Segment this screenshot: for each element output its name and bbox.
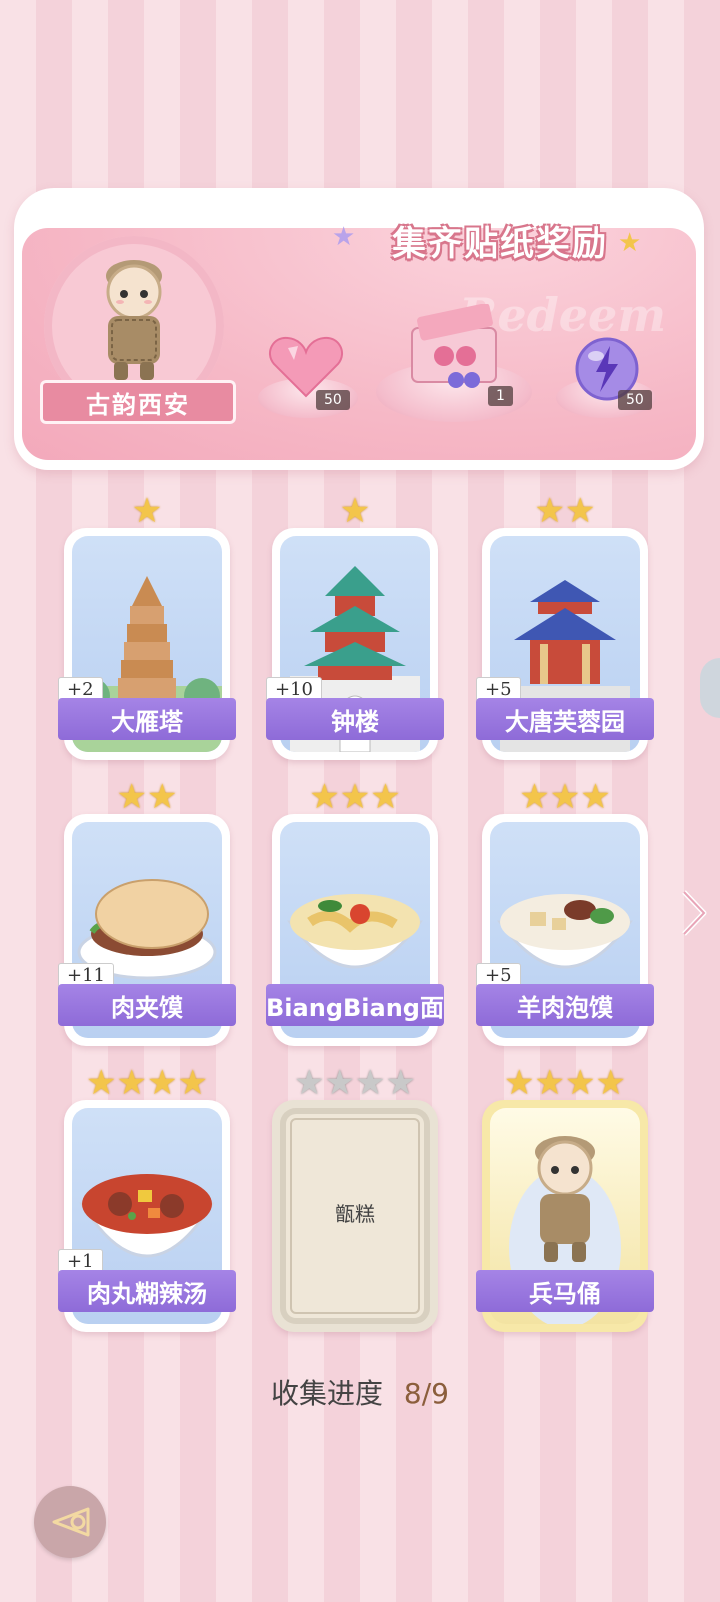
reward-count-2: 1 bbox=[488, 386, 513, 406]
progress-value: 8/9 bbox=[403, 1377, 449, 1410]
progress-label: 收集进度 bbox=[271, 1377, 384, 1410]
region-name-ribbon: 古韵西安 bbox=[40, 380, 236, 424]
star-icon: ★ bbox=[116, 777, 147, 817]
sticker-card-biangbiang[interactable]: ★ ★ ★ BiangBiang面 bbox=[266, 780, 444, 1046]
reward-count-3: 50 bbox=[618, 390, 652, 410]
star-icon: ★ bbox=[294, 1063, 325, 1103]
star-icon: ★ bbox=[549, 777, 581, 817]
star-icon: ★ bbox=[339, 777, 371, 817]
star-icon: ★ bbox=[565, 491, 596, 531]
next-page-arrow-icon[interactable] bbox=[678, 888, 708, 938]
star-icon: ★ bbox=[565, 1063, 596, 1103]
star-icon: ★ bbox=[131, 491, 163, 531]
card-name: 钟楼 bbox=[331, 707, 379, 736]
card-name: 肉丸糊辣汤 bbox=[87, 1279, 207, 1308]
sticker-card-yangroupaomo[interactable]: ★ ★ ★ +5 羊肉泡馍 bbox=[476, 780, 654, 1046]
star-icon: ★ bbox=[580, 777, 611, 817]
card-name: BiangBiang面 bbox=[266, 993, 444, 1022]
terracotta-warrior-icon bbox=[106, 260, 162, 380]
star-icon: ★ bbox=[534, 491, 565, 531]
sticker-card-bingmayong[interactable]: ★ ★ ★ ★ 兵马俑 bbox=[476, 1066, 654, 1332]
banner-title: 集齐贴纸奖励 bbox=[392, 223, 608, 264]
star-icon: ★ bbox=[324, 1063, 355, 1103]
star-rating: ★ ★ ★ ★ bbox=[482, 1066, 648, 1100]
card-name: 兵马俑 bbox=[529, 1279, 601, 1308]
star-icon: ★ bbox=[147, 1063, 178, 1103]
back-arrow-icon bbox=[52, 1507, 90, 1537]
card-name: 大雁塔 bbox=[111, 707, 183, 736]
gift-box-icon[interactable] bbox=[404, 304, 504, 394]
sticker-card-zenggao-locked[interactable]: ★ ★ ★ ★ 甑糕 bbox=[272, 1066, 438, 1332]
side-pull-tab[interactable] bbox=[700, 658, 720, 718]
star-icon: ★ bbox=[370, 777, 401, 817]
star-icon: ★ bbox=[116, 1063, 147, 1103]
star-icon: ★ bbox=[147, 777, 178, 817]
card-label: 肉夹馍 bbox=[58, 984, 236, 1026]
sticker-card-rouwanhulatang[interactable]: ★ ★ ★ ★ +1 肉丸糊辣汤 bbox=[58, 1066, 236, 1332]
card-label: 兵马俑 bbox=[476, 1270, 654, 1312]
collection-progress: 收集进度 8/9 bbox=[0, 1372, 720, 1412]
star-icon: ★ bbox=[355, 1063, 386, 1103]
star-rating: ★ ★ ★ bbox=[272, 780, 438, 814]
star-rating: ★ bbox=[64, 494, 230, 528]
star-rating: ★ ★ ★ ★ bbox=[272, 1066, 438, 1100]
star-icon: ★ bbox=[504, 1063, 535, 1103]
region-name: 古韵西安 bbox=[86, 390, 190, 419]
card-label: BiangBiang面 bbox=[266, 984, 444, 1026]
star-icon: ★ bbox=[534, 1063, 565, 1103]
card-name: 羊肉泡馍 bbox=[517, 993, 613, 1022]
card-name: 甑糕 bbox=[335, 1202, 375, 1226]
card-label: 肉丸糊辣汤 bbox=[58, 1270, 236, 1312]
back-button[interactable] bbox=[34, 1486, 106, 1558]
reward-count-1: 50 bbox=[316, 390, 350, 410]
star-icon: ★ bbox=[86, 1063, 117, 1103]
card-label: 钟楼 bbox=[266, 698, 444, 740]
star-rating: ★ ★ bbox=[64, 780, 230, 814]
sticker-card-datangfuronguan[interactable]: ★ ★ +5 大唐芙蓉园 bbox=[476, 494, 654, 760]
card-label: 羊肉泡馍 bbox=[476, 984, 654, 1026]
star-icon: ★ bbox=[385, 1063, 416, 1103]
star-icon: ★ bbox=[177, 1063, 208, 1103]
star-icon: ★ bbox=[519, 777, 550, 817]
star-rating: ★ ★ bbox=[482, 494, 648, 528]
sticker-card-dayanta[interactable]: ★ +2 大雁塔 bbox=[58, 494, 236, 760]
star-rating: ★ ★ ★ bbox=[482, 780, 648, 814]
star-icon: ★ bbox=[595, 1063, 626, 1103]
card-name: 大唐芙蓉园 bbox=[505, 707, 625, 736]
star-icon: ★ bbox=[309, 777, 340, 817]
star-icon: ★ bbox=[339, 491, 371, 531]
card-label: 大雁塔 bbox=[58, 698, 236, 740]
sticker-card-roujiamo[interactable]: ★ ★ +11 肉夹馍 bbox=[58, 780, 236, 1046]
star-rating: ★ ★ ★ ★ bbox=[64, 1066, 230, 1100]
card-label: 大唐芙蓉园 bbox=[476, 698, 654, 740]
card-name: 肉夹馍 bbox=[111, 993, 183, 1022]
sticker-card-zhonglou[interactable]: ★ +10 钟楼 bbox=[266, 494, 444, 760]
star-rating: ★ bbox=[272, 494, 438, 528]
